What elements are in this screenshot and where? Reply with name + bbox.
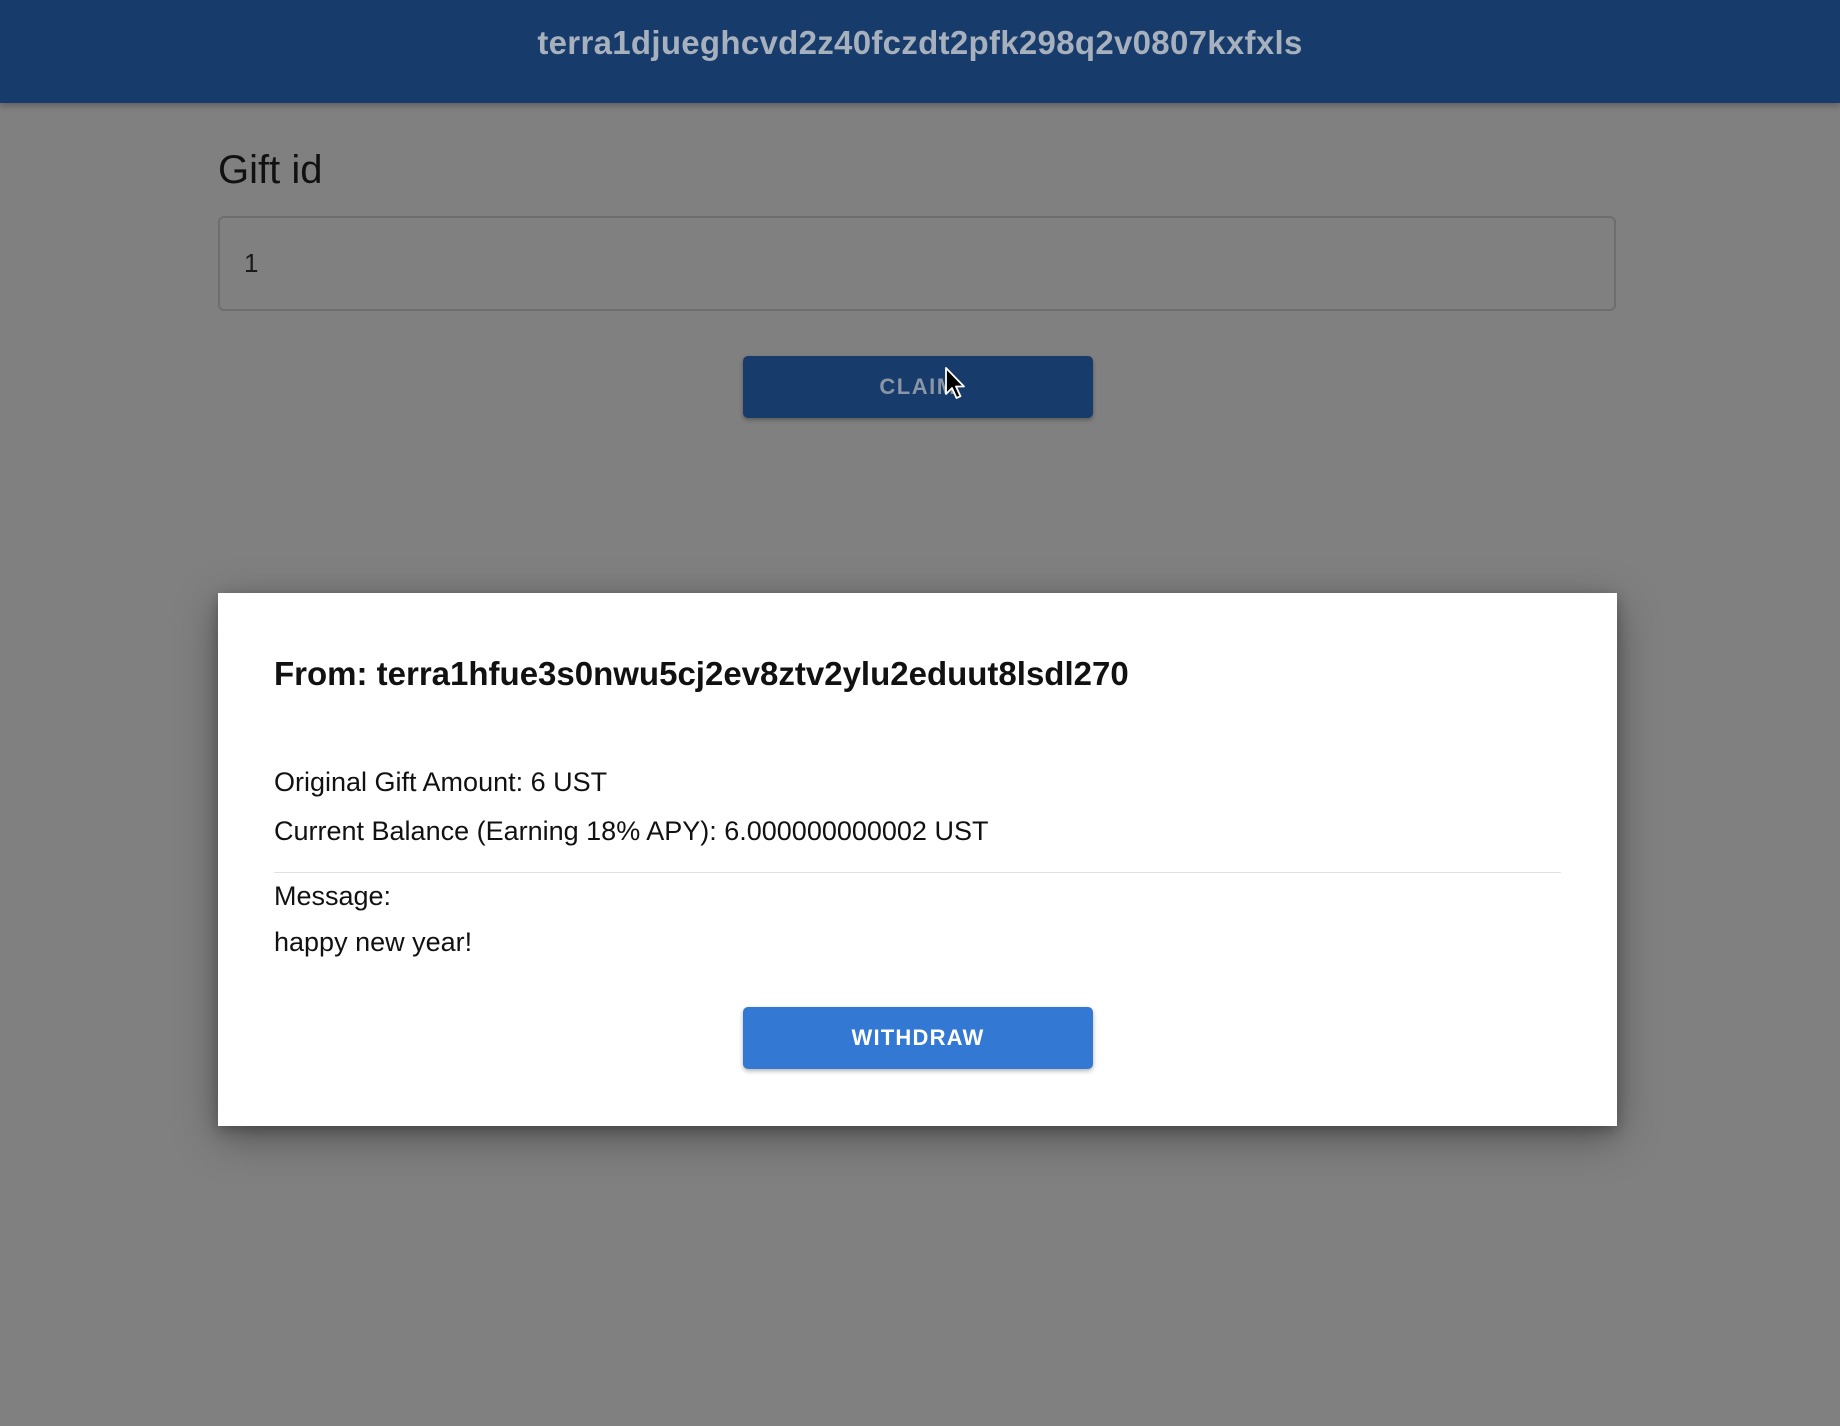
original-gift-amount: Original Gift Amount: 6 UST [274,767,608,797]
gift-id-input[interactable] [218,216,1616,311]
wallet-address: terra1djueghcvd2z40fczdt2pfk298q2v0807kx… [537,23,1303,61]
withdraw-button[interactable]: WITHDRAW [743,1007,1093,1069]
sender-address: From: terra1hfue3s0nwu5cj2ev8ztv2ylu2edu… [274,655,1129,692]
app-header: terra1djueghcvd2z40fczdt2pfk298q2v0807kx… [0,0,1840,103]
mouse-pointer-icon [945,367,965,399]
gift-dialog: From: terra1hfue3s0nwu5cj2ev8ztv2ylu2edu… [218,593,1617,1126]
claim-button[interactable]: CLAIM [743,356,1093,418]
current-balance: Current Balance (Earning 18% APY): 6.000… [274,816,989,846]
message-text: happy new year! [274,927,473,957]
message-label: Message: [274,881,392,911]
gift-id-label: Gift id [218,148,323,192]
divider [274,872,1561,873]
